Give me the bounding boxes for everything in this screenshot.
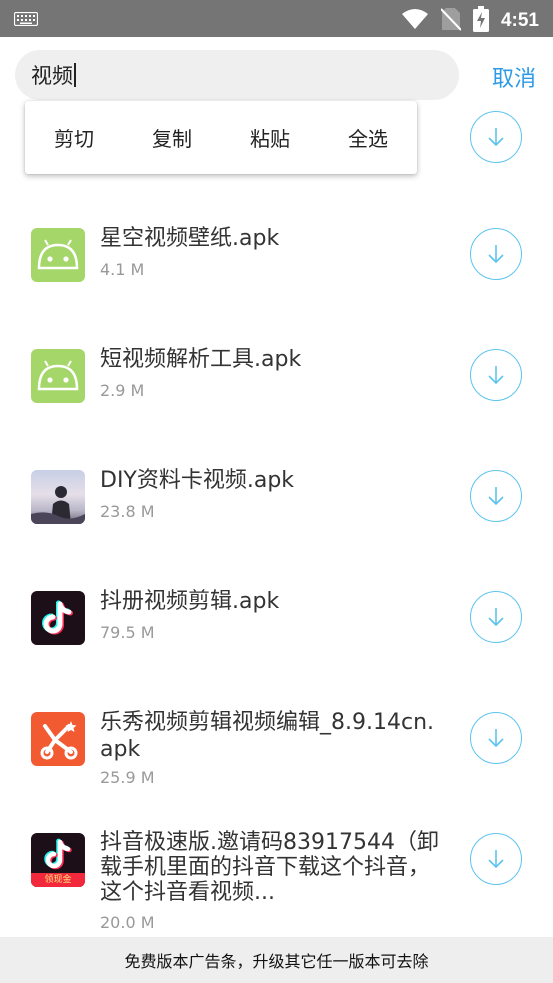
photo-thumbnail-icon xyxy=(31,470,85,524)
search-query: 视频 xyxy=(31,64,73,88)
file-name: 抖册视频剪辑.apk xyxy=(100,589,280,614)
no-sim-icon xyxy=(440,7,462,35)
list-item[interactable]: 短视频解析工具.apk 2.9 M xyxy=(0,335,553,415)
cancel-button[interactable]: 取消 xyxy=(492,61,536,93)
download-button[interactable] xyxy=(470,833,522,885)
download-arrow-icon xyxy=(488,128,504,147)
download-arrow-icon xyxy=(488,366,504,385)
download-arrow-icon xyxy=(488,729,504,748)
keyboard-icon xyxy=(13,11,39,30)
search-input[interactable]: 视频 xyxy=(15,50,459,100)
download-button[interactable] xyxy=(470,712,522,764)
android-icon xyxy=(31,349,85,403)
text-context-menu: 剪切 复制 粘贴 全选 xyxy=(25,101,417,174)
list-item[interactable]: 星空视频壁纸.apk 4.1 M xyxy=(0,214,553,294)
download-button[interactable] xyxy=(470,591,522,643)
battery-charging-icon xyxy=(472,6,489,36)
copy-menu-item[interactable]: 复制 xyxy=(140,113,204,162)
text-cursor xyxy=(74,63,76,87)
cut-menu-item[interactable]: 剪切 xyxy=(42,113,106,162)
file-size: 4.1 M xyxy=(100,260,145,279)
list-item[interactable]: 抖册视频剪辑.apk 79.5 M xyxy=(0,577,553,657)
select-all-menu-item[interactable]: 全选 xyxy=(336,113,400,162)
icon-badge: 领现金 xyxy=(44,875,72,885)
download-arrow-icon xyxy=(488,608,504,627)
file-size: 20.0 M xyxy=(100,913,155,932)
file-name: 抖音极速版.邀请码83917544（卸载手机里面的抖音下载这个抖音，这个抖音看视… xyxy=(100,830,439,905)
download-arrow-icon xyxy=(488,850,504,869)
tiktok-lite-icon: 领现金 xyxy=(31,833,85,887)
status-bar: 4:51 xyxy=(0,0,553,37)
file-size: 23.8 M xyxy=(100,502,155,521)
status-time: 4:51 xyxy=(500,10,539,31)
download-button[interactable] xyxy=(470,349,522,401)
videoshow-icon xyxy=(31,712,85,766)
file-name: 星空视频壁纸.apk xyxy=(100,226,280,251)
file-size: 79.5 M xyxy=(100,623,155,642)
file-name: 短视频解析工具.apk xyxy=(100,347,302,372)
download-arrow-icon xyxy=(488,487,504,506)
list-item[interactable]: DIY资料卡视频.apk 23.8 M xyxy=(0,456,553,536)
tiktok-icon xyxy=(31,591,85,645)
ad-banner-text: 免费版本广告条，升级其它任一版本可去除 xyxy=(124,952,429,971)
file-size: 25.9 M xyxy=(100,768,155,787)
list-item[interactable]: 领现金 抖音极速版.邀请码83917544（卸载手机里面的抖音下载这个抖音，这个… xyxy=(0,819,553,939)
download-button[interactable] xyxy=(470,228,522,280)
download-arrow-icon xyxy=(488,245,504,264)
list-item[interactable]: 乐秀视频剪辑视频编辑_8.9.14cn.apk 25.9 M xyxy=(0,698,553,788)
download-button[interactable] xyxy=(470,470,522,522)
file-size: 2.9 M xyxy=(100,381,145,400)
download-button[interactable] xyxy=(470,111,522,163)
android-icon xyxy=(31,228,85,282)
paste-menu-item[interactable]: 粘贴 xyxy=(238,113,302,162)
file-name: 乐秀视频剪辑视频编辑_8.9.14cn.apk xyxy=(100,710,435,762)
file-name: DIY资料卡视频.apk xyxy=(100,468,295,493)
wifi-icon xyxy=(401,8,429,34)
ad-banner[interactable]: 免费版本广告条，升级其它任一版本可去除 xyxy=(0,937,553,983)
